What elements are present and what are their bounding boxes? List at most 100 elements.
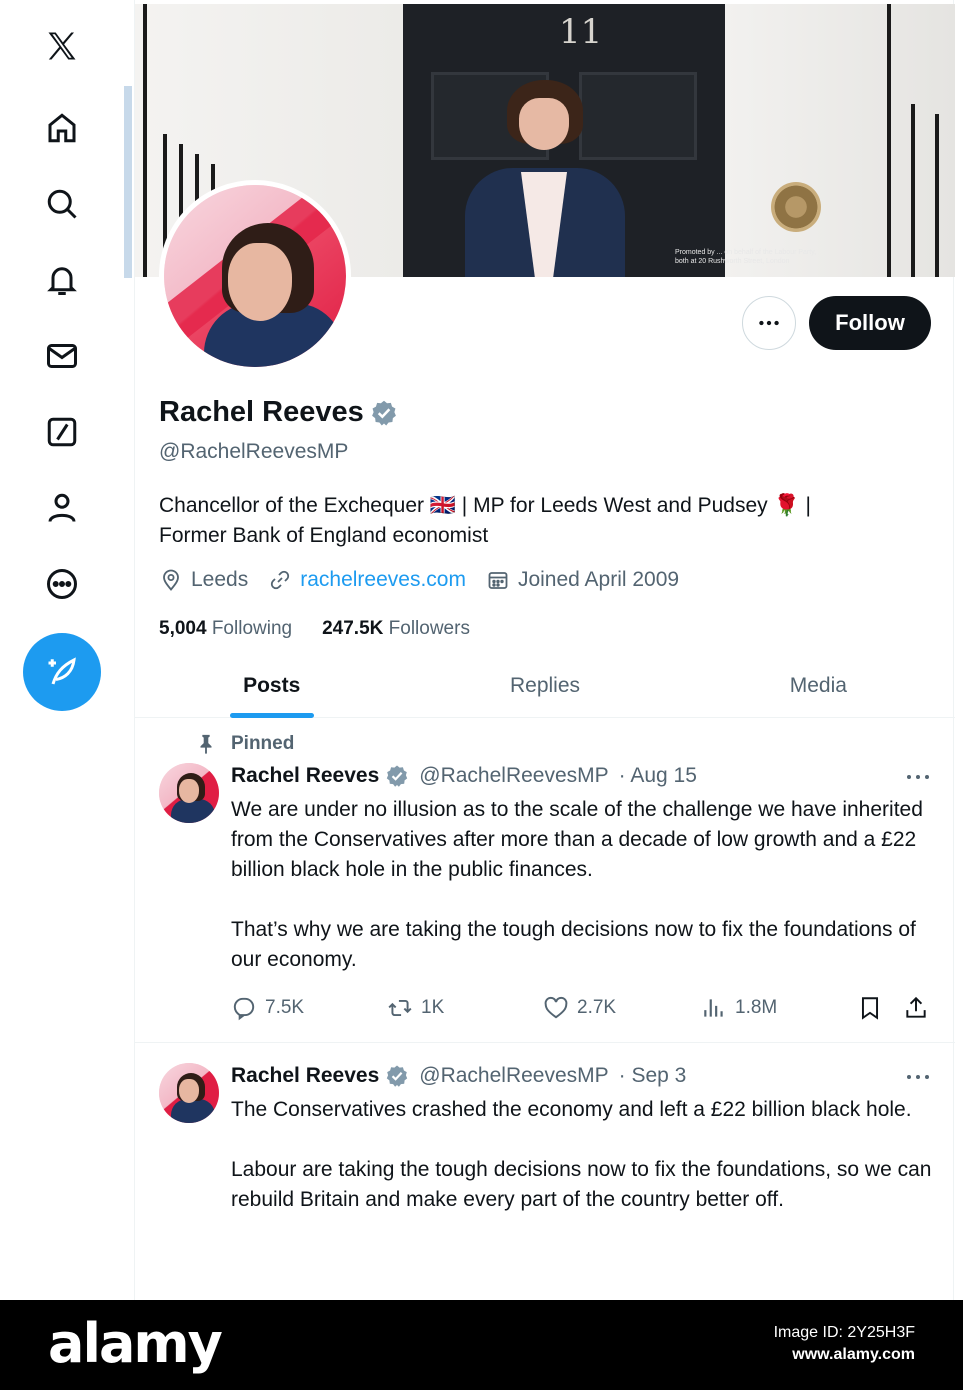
followers-link[interactable]: 247.5K Followers [322,618,470,640]
verified-badge-icon[interactable] [385,764,409,788]
post-more-button[interactable] [903,767,933,787]
post-header: Rachel Reeves @RachelReevesMP · Aug 15 [231,764,697,788]
profile-bio: Chancellor of the Exchequer 🇬🇧 | MP for … [159,491,879,551]
post-author-handle[interactable]: @RachelReevesMP [419,764,608,788]
reply-button[interactable]: 7.5K [231,995,304,1021]
views-chart-icon [704,999,723,1017]
banner-promo-text: Promoted by ... on behalf of the Labour … [675,249,817,265]
mail-icon[interactable] [40,334,84,378]
bio-line: Chancellor of the Exchequer 🇬🇧 | MP for … [159,494,811,517]
location-text: Leeds [191,568,249,591]
profile-tabs: Posts Replies Media [135,654,955,718]
post-paragraph: Labour are taking the tough decisions no… [231,1158,932,1211]
post-author-name[interactable]: Rachel Reeves [231,1064,379,1088]
bell-icon[interactable] [40,258,84,302]
pinned-indicator: Pinned [195,733,294,755]
link-icon [271,570,290,590]
post-paragraph: That’s why we are taking the tough decis… [231,918,916,971]
post-more-button[interactable] [903,1067,933,1087]
like-button[interactable]: 2.7K [543,995,616,1021]
follow-counts: 5,004 Following 247.5K Followers [159,618,500,640]
search-icon[interactable] [40,182,84,226]
grok-icon[interactable] [40,410,84,454]
verified-badge-icon[interactable] [370,399,398,427]
bookmark-button[interactable] [857,995,883,1021]
compose-icon [48,657,76,685]
bio-line: Former Bank of England economist [159,524,489,547]
repost-count: 1K [421,997,445,1018]
watermark-footer: alamy Image ID: 2Y25H3F www.alamy.com [0,1300,963,1390]
door-bell [771,182,821,232]
home-icon[interactable] [40,106,84,150]
location: Leeds [159,568,248,592]
follow-button[interactable]: Follow [809,296,931,350]
ellipsis-icon [907,775,929,779]
tab-posts[interactable]: Posts [135,654,408,717]
post-avatar[interactable] [159,763,219,823]
like-count: 2.7K [577,997,617,1018]
heart-icon [544,996,568,1019]
joined-text: Joined April 2009 [517,568,680,591]
image-id: Image ID: 2Y25H3F [773,1324,915,1341]
website[interactable]: rachelreeves.com [268,568,466,592]
more-options-button[interactable] [742,296,796,350]
views-button[interactable]: 1.8M [701,995,777,1021]
railing [911,104,915,277]
post-author-name[interactable]: Rachel Reeves [231,764,379,788]
profile-column: 11 Promoted by ... on behalf of the Labo… [134,0,955,1300]
ellipsis-icon [907,1075,929,1079]
website-link[interactable]: rachelreeves.com [300,568,466,592]
more-icon[interactable] [40,562,84,606]
ellipsis-icon [759,320,779,326]
reply-count: 7.5K [265,997,305,1018]
verified-badge-icon[interactable] [385,1064,409,1088]
door-number: 11 [559,12,603,52]
calendar-icon [488,572,508,589]
location-pin-icon [163,569,179,591]
post-actions: 7.5K 1K 2.7K 1.8M [231,995,931,1025]
post-paragraph: The Conservatives crashed the economy an… [231,1098,912,1121]
post-avatar[interactable] [159,1063,219,1123]
profile-avatar[interactable] [159,180,351,372]
repost-icon [388,999,412,1017]
railing [887,4,891,277]
post-author-handle[interactable]: @RachelReevesMP [419,1064,608,1088]
followers-label: Followers [388,618,470,639]
railing [143,4,147,277]
post-text: The Conservatives crashed the economy an… [231,1095,941,1245]
profile-icon[interactable] [40,486,84,530]
tab-replies[interactable]: Replies [408,654,681,717]
profile-name-row: Rachel Reeves [159,396,398,429]
banner-person [461,80,629,277]
share-icon [906,996,926,1018]
post[interactable]: Rachel Reeves @RachelReevesMP · Sep 3 Th… [135,1043,955,1300]
views-count: 1.8M [735,997,778,1018]
bookmark-icon [861,997,879,1020]
tab-media[interactable]: Media [682,654,955,717]
scroll-indicator [124,86,132,278]
following-count: 5,004 [159,618,207,639]
repost-button[interactable]: 1K [387,995,444,1021]
post[interactable]: Pinned Rachel Reeves @RachelReevesMP · A… [135,719,955,1043]
alamy-logo: alamy [48,1312,223,1375]
left-nav [0,0,124,1300]
following-link[interactable]: 5,004 Following [159,618,292,640]
display-name: Rachel Reeves [159,396,364,428]
post-date[interactable]: · Aug 15 [619,764,697,788]
post-paragraph: We are under no illusion as to the scale… [231,798,923,881]
following-label: Following [211,618,293,639]
post-header: Rachel Reeves @RachelReevesMP · Sep 3 [231,1064,686,1088]
joined-date: Joined April 2009 [486,568,679,592]
banner-wall-right [725,4,955,277]
profile-handle: @RachelReevesMP [159,440,349,463]
post-date[interactable]: · Sep 3 [619,1064,687,1088]
profile-meta: Leeds rachelreeves.com Joined April 2009 [159,568,699,592]
railing [935,114,939,277]
share-button[interactable] [903,995,929,1021]
pinned-label: Pinned [231,733,295,754]
pin-icon [200,734,212,755]
followers-count: 247.5K [322,618,384,639]
x-logo-icon[interactable] [40,24,84,68]
reply-icon [233,997,255,1021]
compose-button[interactable] [23,633,101,711]
